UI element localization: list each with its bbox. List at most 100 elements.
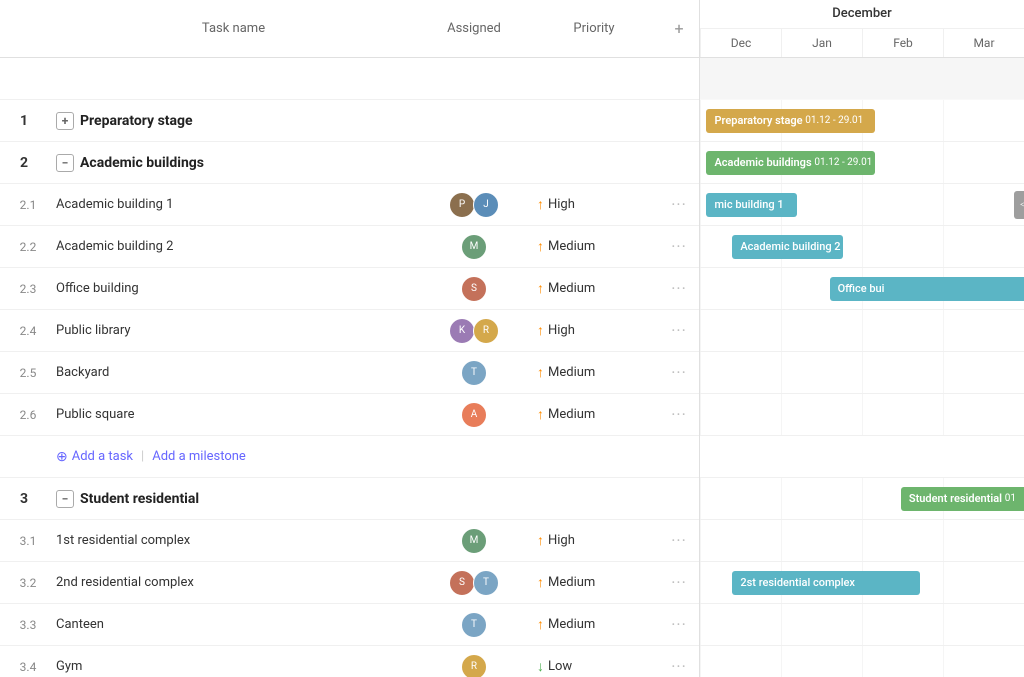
priority-up-icon: ↑ (537, 574, 544, 591)
task-2-6-name: Public square (48, 407, 419, 422)
add-milestone-link[interactable]: Add a milestone (152, 449, 246, 464)
gantt-row-gym (700, 646, 1024, 677)
task-row-2-2: 2.2 Academic building 2 M ↑ Medium ··· (0, 226, 699, 268)
bar-label: Academic buildings (714, 156, 811, 169)
task-3-4-more[interactable]: ··· (659, 657, 699, 676)
task-2-3-more[interactable]: ··· (659, 279, 699, 298)
bar-label: 2st residential complex (740, 576, 855, 589)
task-2-4-more[interactable]: ··· (659, 321, 699, 340)
gantt-body: Preparatory stage 01.12 - 29.01 Academic… (700, 58, 1024, 677)
task-3-4-assigned: R (419, 654, 529, 677)
task-row-3-2: 3.2 2nd residential complex S T ↑ Medium… (0, 562, 699, 604)
avatar-a3: M (461, 234, 487, 260)
task-2-2-priority: ↑ Medium (529, 238, 659, 255)
priority-down-icon: ↓ (537, 658, 544, 675)
app-container: Task name Assigned Priority + 1 + Prepar… (0, 0, 1024, 677)
priority-up-icon: ↑ (537, 364, 544, 381)
task-3-1-num: 3.1 (0, 534, 48, 548)
gantt-row-academic: Academic buildings 01.12 - 29.01 (700, 142, 1024, 184)
gantt-row-preparatory: Preparatory stage 01.12 - 29.01 (700, 100, 1024, 142)
gantt-grid (700, 520, 1024, 561)
task-3-3-priority: ↑ Medium (529, 616, 659, 633)
add-task-link[interactable]: ⊕ Add a task (56, 449, 133, 465)
gantt-col-jan: Jan (781, 29, 862, 57)
task-2-5-assigned: T (419, 360, 529, 386)
gantt-grid (700, 394, 1024, 435)
task-2-4-num: 2.4 (0, 324, 48, 338)
gantt-bar-acad2[interactable]: Academic building 2 (732, 235, 842, 259)
section-row-3: 3 − Student residential (0, 478, 699, 520)
bar-label: mic building 1 (714, 198, 783, 211)
gantt-cell (943, 142, 1024, 183)
task-3-2-assigned: S T (419, 570, 529, 596)
task-2-6-priority: ↑ Medium (529, 406, 659, 423)
section-3-number: 3 (0, 491, 48, 507)
task-3-3-num: 3.3 (0, 618, 48, 632)
task-list-panel: Task name Assigned Priority + 1 + Prepar… (0, 0, 700, 677)
task-row-3-4: 3.4 Gym R ↓ Low ··· (0, 646, 699, 677)
col-assigned-header: Assigned (419, 21, 529, 36)
task-3-2-more[interactable]: ··· (659, 573, 699, 592)
avatar-a4: S (461, 276, 487, 302)
gantt-addtask-row (700, 436, 1024, 478)
task-2-2-more[interactable]: ··· (659, 237, 699, 256)
col-add-button[interactable]: + (659, 19, 699, 38)
gantt-bar-student[interactable]: Student residential 01 (901, 487, 1024, 511)
scroll-left-button[interactable]: ◁ (1014, 191, 1024, 219)
task-3-3-more[interactable]: ··· (659, 615, 699, 634)
gantt-row-res2: 2st residential complex (700, 562, 1024, 604)
task-row-2-1: 2.1 Academic building 1 P J ↑ High ··· (0, 184, 699, 226)
empty-top-row (0, 58, 699, 100)
gantt-bar-acad1[interactable]: mic building 1 (706, 193, 797, 217)
gantt-row-student: Student residential 01 (700, 478, 1024, 520)
task-row-2-4: 2.4 Public library K R ↑ High ··· (0, 310, 699, 352)
section-1-expand-icon[interactable]: + (56, 112, 74, 130)
task-2-3-num: 2.3 (0, 282, 48, 296)
task-row-2-6: 2.6 Public square A ↑ Medium ··· (0, 394, 699, 436)
gantt-row-office: Office bui (700, 268, 1024, 310)
task-2-2-num: 2.2 (0, 240, 48, 254)
task-3-1-more[interactable]: ··· (659, 531, 699, 550)
add-task-row: ⊕ Add a task | Add a milestone (0, 436, 699, 478)
section-2-name: − Academic buildings (48, 154, 419, 172)
task-2-6-num: 2.6 (0, 408, 48, 422)
section-3-collapse-icon[interactable]: − (56, 490, 74, 508)
avatar-a2: J (473, 192, 499, 218)
gantt-header: December Dec Jan Feb Mar (700, 0, 1024, 58)
avatar-a7c: T (461, 612, 487, 638)
section-3-name: − Student residential (48, 490, 419, 508)
avatar-a4b: S (449, 570, 475, 596)
avatar-a1: P (449, 192, 475, 218)
bar-date: 01 (1005, 493, 1016, 504)
task-2-3-name: Office building (48, 281, 419, 296)
task-2-1-name: Academic building 1 (48, 197, 419, 212)
task-row-3-1: 3.1 1st residential complex M ↑ High ··· (0, 520, 699, 562)
gantt-col-dec: Dec (700, 29, 781, 57)
table-header: Task name Assigned Priority + (0, 0, 699, 58)
task-3-4-priority: ↓ Low (529, 658, 659, 675)
task-row-3-3: 3.3 Canteen T ↑ Medium ··· (0, 604, 699, 646)
section-1-number: 1 (0, 113, 48, 129)
gantt-bar-academic[interactable]: Academic buildings 01.12 - 29.01 (706, 151, 874, 175)
task-2-6-more[interactable]: ··· (659, 405, 699, 424)
task-2-5-name: Backyard (48, 365, 419, 380)
section-2-collapse-icon[interactable]: − (56, 154, 74, 172)
avatar-a5: K (449, 318, 475, 344)
avatar-a8: A (461, 402, 487, 428)
gantt-bar-office[interactable]: Office bui (830, 277, 1024, 301)
task-2-5-more[interactable]: ··· (659, 363, 699, 382)
gantt-bar-res2[interactable]: 2st residential complex (732, 571, 920, 595)
task-2-5-num: 2.5 (0, 366, 48, 380)
gantt-grid (700, 646, 1024, 677)
gantt-empty-row-top (700, 58, 1024, 100)
gantt-col-feb: Feb (862, 29, 943, 57)
gantt-row-canteen (700, 604, 1024, 646)
task-2-1-priority: ↑ High (529, 196, 659, 213)
gantt-bar-preparatory[interactable]: Preparatory stage 01.12 - 29.01 (706, 109, 874, 133)
task-2-3-assigned: S (419, 276, 529, 302)
bar-date: 01.12 - 29.01 (805, 115, 863, 126)
task-2-1-more[interactable]: ··· (659, 195, 699, 214)
section-2-number: 2 (0, 155, 48, 171)
task-2-4-priority: ↑ High (529, 322, 659, 339)
bar-label: Academic building 2 (740, 240, 840, 253)
